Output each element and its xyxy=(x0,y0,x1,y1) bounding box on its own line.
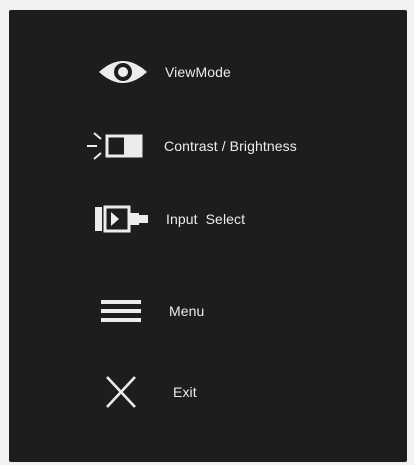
contrast-brightness-label: Contrast / Brightness xyxy=(164,138,297,154)
viewmode-label: ViewMode xyxy=(165,64,231,80)
input-select-menu-item[interactable]: Input Select xyxy=(9,194,407,244)
menu-label: Menu xyxy=(169,303,205,319)
exit-menu-item[interactable]: Exit xyxy=(9,367,407,417)
input-select-label: Input Select xyxy=(166,211,246,227)
contrast-brightness-menu-item[interactable]: Contrast / Brightness xyxy=(9,121,407,171)
osd-quick-menu: ViewMode Contrast / Brightness Input Sel… xyxy=(9,10,407,462)
eye-icon xyxy=(99,61,147,83)
close-x-icon xyxy=(106,376,136,408)
menu-menu-item[interactable]: Menu xyxy=(9,286,407,336)
contrast-brightness-icon xyxy=(87,132,143,160)
viewmode-menu-item[interactable]: ViewMode xyxy=(9,47,407,97)
hamburger-menu-icon xyxy=(101,300,141,322)
exit-label: Exit xyxy=(173,384,197,400)
input-select-icon xyxy=(95,205,148,233)
